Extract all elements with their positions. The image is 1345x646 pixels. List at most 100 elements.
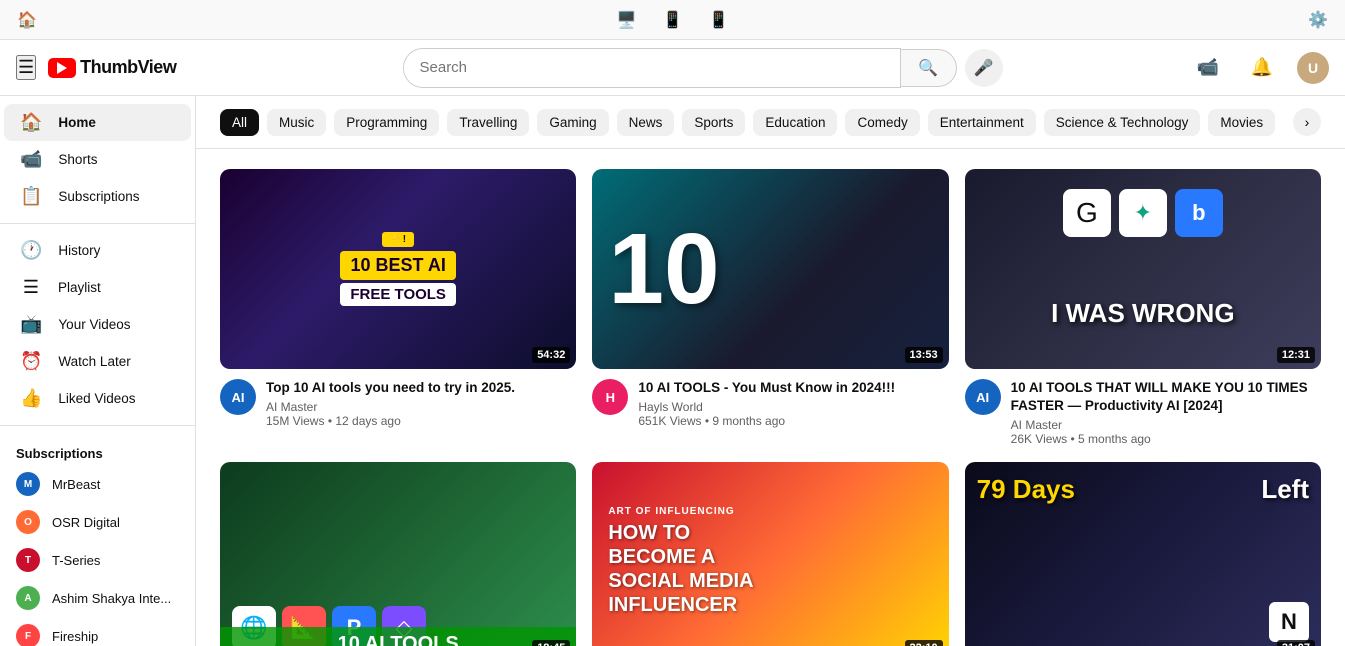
sidebar-item-home[interactable]: 🏠 Home [4, 104, 191, 141]
sidebar-item-history-label: History [58, 243, 100, 258]
shorts-icon: 📹 [20, 149, 42, 170]
video-card-1[interactable]: ⚡! 10 BEST AI FREE TOOLS 54:32 AI Top 10… [220, 169, 576, 446]
sidebar-item-subscriptions[interactable]: 📋 Subscriptions [4, 178, 191, 215]
video-thumb-4: 🌐 📐 P ◇ 10 AI TOOLS 18:45 [220, 462, 576, 646]
channel-avatar-2: H [592, 379, 628, 415]
channel-avatar-3: AI [965, 379, 1001, 415]
sidebar-sub-ashim[interactable]: A Ashim Shakya Inte... [0, 579, 195, 617]
search-input-wrap [403, 48, 901, 88]
home-nav-icon: 🏠 [20, 112, 42, 133]
notifications-button[interactable]: 🔔 [1243, 49, 1281, 87]
watch-later-icon: ⏰ [20, 351, 42, 372]
sidebar-item-your-videos[interactable]: 📺 Your Videos [4, 306, 191, 343]
search-button[interactable]: 🔍 [901, 49, 957, 87]
video-duration-1: 54:32 [532, 347, 570, 363]
top-bar: 🏠 🖥️ 📱 📱 ⚙️ [0, 0, 1345, 40]
sidebar-item-subscriptions-label: Subscriptions [58, 189, 139, 204]
sidebar-item-liked-videos[interactable]: 👍 Liked Videos [4, 380, 191, 417]
camera-icon: 📹 [1197, 57, 1219, 78]
video-thumb-5: ART OF INFLUENCING HOW TOBECOME ASOCIAL … [592, 462, 948, 646]
osr-avatar: O [16, 510, 40, 534]
video-grid: ⚡! 10 BEST AI FREE TOOLS 54:32 AI Top 10… [196, 149, 1345, 646]
video-card-4[interactable]: 🌐 📐 P ◇ 10 AI TOOLS 18:45 T 10 AI TOOLS … [220, 462, 576, 646]
sidebar-sub-osr[interactable]: O OSR Digital [0, 503, 195, 541]
sidebar-item-home-label: Home [58, 115, 96, 130]
main-content: All Music Programming Travelling Gaming … [196, 96, 1345, 646]
sidebar-sub-mrbeast[interactable]: M MrBeast [0, 465, 195, 503]
filter-travelling[interactable]: Travelling [447, 109, 529, 136]
settings-icon[interactable]: ⚙️ [1307, 9, 1329, 31]
history-icon: 🕐 [20, 240, 42, 261]
video-stats-3: 26K Views • 5 months ago [1011, 432, 1321, 446]
video-stats-2: 651K Views • 9 months ago [638, 414, 948, 428]
sidebar-item-playlist-label: Playlist [58, 280, 101, 295]
ashim-avatar: A [16, 586, 40, 610]
filter-programming[interactable]: Programming [334, 109, 439, 136]
filter-movies[interactable]: Movies [1208, 109, 1275, 136]
mobile-icon[interactable]: 📱 [708, 9, 730, 31]
video-title-2: 10 AI TOOLS - You Must Know in 2024!!! [638, 379, 948, 397]
filter-entertainment[interactable]: Entertainment [928, 109, 1036, 136]
filter-all[interactable]: All [220, 109, 259, 136]
video-thumb-3: G ✦ b I WAS WRONG 12:31 [965, 169, 1321, 369]
video-info-2: H 10 AI TOOLS - You Must Know in 2024!!!… [592, 379, 948, 428]
filter-science-tech[interactable]: Science & Technology [1044, 109, 1201, 136]
header-right: 📹 🔔 U [1189, 49, 1329, 87]
sidebar-item-liked-label: Liked Videos [58, 391, 135, 406]
sidebar-item-shorts[interactable]: 📹 Shorts [4, 141, 191, 178]
video-channel-1: AI Master [266, 400, 576, 414]
camera-button[interactable]: 📹 [1189, 49, 1227, 87]
filter-education[interactable]: Education [753, 109, 837, 136]
video-thumb-1: ⚡! 10 BEST AI FREE TOOLS 54:32 [220, 169, 576, 369]
menu-button[interactable]: ☰ [16, 55, 36, 80]
tseries-avatar: T [16, 548, 40, 572]
filter-music[interactable]: Music [267, 109, 326, 136]
mic-button[interactable]: 🎤 [965, 49, 1003, 87]
video-card-6[interactable]: 79 Days Left N 31:07 N 79 Days Left — Ma… [965, 462, 1321, 646]
video-thumb-6: 79 Days Left N 31:07 [965, 462, 1321, 646]
your-videos-icon: 📺 [20, 314, 42, 335]
sidebar: 🏠 Home 📹 Shorts 📋 Subscriptions 🕐 Histor… [0, 96, 196, 646]
video-stats-1: 15M Views • 12 days ago [266, 414, 576, 428]
video-duration-3: 12:31 [1277, 347, 1315, 363]
video-title-3: 10 AI TOOLS THAT WILL MAKE YOU 10 TIMES … [1011, 379, 1321, 414]
video-card-2[interactable]: 10 13:53 H 10 AI TOOLS - You Must Know i… [592, 169, 948, 446]
mic-icon: 🎤 [974, 58, 994, 78]
filter-bar: All Music Programming Travelling Gaming … [196, 96, 1345, 149]
logo-icon [48, 58, 76, 78]
sidebar-item-shorts-label: Shorts [58, 152, 97, 167]
video-channel-2: Hayls World [638, 400, 948, 414]
video-meta-3: 10 AI TOOLS THAT WILL MAKE YOU 10 TIMES … [1011, 379, 1321, 445]
search-section: 🔍 🎤 [403, 48, 1003, 88]
video-card-3[interactable]: G ✦ b I WAS WRONG 12:31 AI 10 AI TOOLS T… [965, 169, 1321, 446]
search-input[interactable] [404, 49, 900, 87]
filter-gaming[interactable]: Gaming [537, 109, 608, 136]
layout: 🏠 Home 📹 Shorts 📋 Subscriptions 🕐 Histor… [0, 96, 1345, 646]
desktop-icon[interactable]: 🖥️ [616, 9, 638, 31]
video-thumb-2: 10 13:53 [592, 169, 948, 369]
sidebar-sub-tseries[interactable]: T T-Series [0, 541, 195, 579]
sidebar-item-playlist[interactable]: ☰ Playlist [4, 269, 191, 306]
filter-sports[interactable]: Sports [682, 109, 745, 136]
filter-next-button[interactable]: › [1293, 108, 1321, 136]
sidebar-divider-2 [0, 425, 195, 426]
sidebar-sub-fireship[interactable]: F Fireship [0, 617, 195, 646]
filter-news[interactable]: News [617, 109, 675, 136]
avatar[interactable]: U [1297, 52, 1329, 84]
video-duration-2: 13:53 [905, 347, 943, 363]
video-title-1: Top 10 AI tools you need to try in 2025. [266, 379, 576, 397]
sidebar-item-history[interactable]: 🕐 History [4, 232, 191, 269]
osr-label: OSR Digital [52, 515, 120, 530]
video-card-5[interactable]: ART OF INFLUENCING HOW TOBECOME ASOCIAL … [592, 462, 948, 646]
subscriptions-icon: 📋 [20, 186, 42, 207]
sidebar-item-watch-later[interactable]: ⏰ Watch Later [4, 343, 191, 380]
video-duration-5: 22:10 [905, 640, 943, 646]
mrbeast-avatar: M [16, 472, 40, 496]
home-icon[interactable]: 🏠 [16, 9, 38, 31]
video-info-1: AI Top 10 AI tools you need to try in 20… [220, 379, 576, 428]
tablet-icon[interactable]: 📱 [662, 9, 684, 31]
logo[interactable]: ThumbView [48, 57, 176, 78]
video-meta-1: Top 10 AI tools you need to try in 2025.… [266, 379, 576, 428]
sidebar-divider-1 [0, 223, 195, 224]
filter-comedy[interactable]: Comedy [845, 109, 919, 136]
